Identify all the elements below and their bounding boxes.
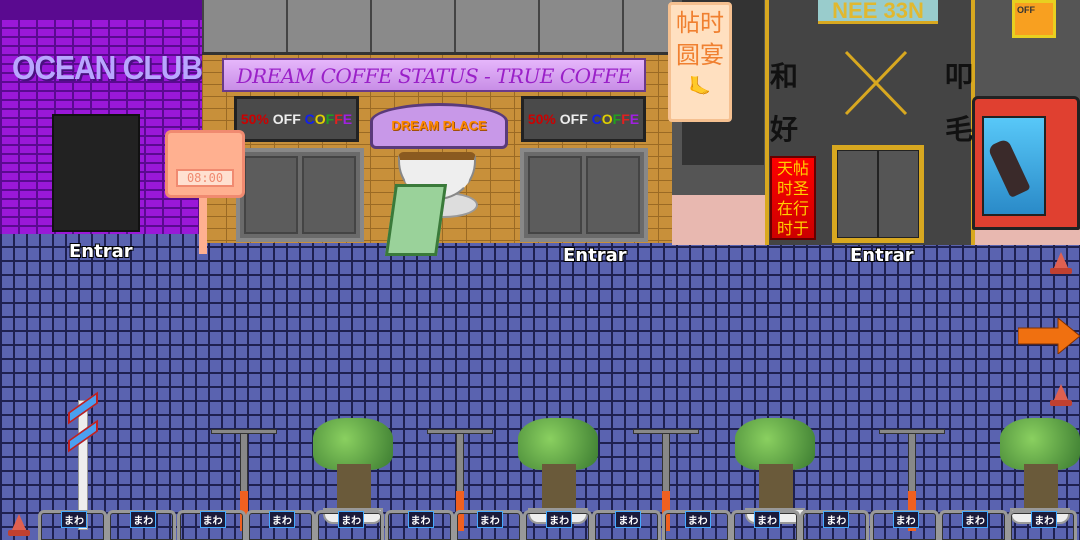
promo-letter: F: [621, 111, 630, 127]
railing-label: まわ: [338, 511, 365, 528]
promo-percent: 50%: [527, 111, 556, 127]
shop-door[interactable]: [832, 145, 924, 243]
crossed-swords-icon: [840, 48, 912, 118]
cafe-door-left[interactable]: [236, 148, 364, 242]
railing-segment: まわ: [38, 510, 107, 540]
sign-line: 在行: [776, 199, 809, 218]
poster-line: 帖时: [676, 9, 724, 37]
railing-label: まわ: [684, 511, 711, 528]
wall-glyph: 和: [770, 60, 799, 93]
club-roof: [0, 0, 202, 20]
promo-letter: C: [304, 111, 315, 127]
railing-label: まわ: [1031, 511, 1058, 528]
railing-segment: まわ: [315, 510, 385, 540]
promo-letter: E: [342, 111, 353, 127]
railing-segment: まわ: [176, 510, 246, 540]
railing-segment: まわ: [869, 510, 939, 540]
poster-line: 圆宴: [676, 41, 724, 69]
railing-label: まわ: [546, 511, 573, 528]
railing-segment: まわ: [245, 510, 315, 540]
railing-segment: まわ: [592, 510, 662, 540]
railing-segment: まわ: [1008, 510, 1078, 540]
cat-clock: 08:00: [165, 130, 245, 198]
shop-enter-button[interactable]: Entrar: [850, 245, 914, 266]
railing-label: まわ: [476, 511, 503, 528]
promo-letter: F: [612, 111, 622, 127]
promo-sign-right: 50% OFF COFFE: [521, 96, 646, 142]
railing-label: まわ: [615, 511, 642, 528]
club-enter-button[interactable]: Entrar: [69, 241, 133, 262]
railing-label: まわ: [823, 511, 850, 528]
wall-glyph: 叩: [945, 60, 974, 93]
promo-sign-left: 50% OFF COFFE: [234, 96, 359, 142]
railing-segment: まわ: [523, 510, 593, 540]
railing-segment: まわ: [107, 510, 177, 540]
promo-percent: 50%: [240, 111, 269, 127]
cafe-arch-sign: DREAM PLACE CAFE: [370, 103, 508, 173]
club-name-sign: OCEAN CLUB: [12, 50, 203, 87]
traffic-cone-icon: [1050, 384, 1072, 406]
railing-label: まわ: [961, 511, 988, 528]
sign-line: 时圣: [776, 179, 809, 198]
railing-label: まわ: [892, 511, 919, 528]
promo-letter: F: [325, 111, 335, 127]
promo-letter: E: [629, 111, 640, 127]
promo-word: COFFE: [305, 111, 352, 127]
railing-segment: まわ: [661, 510, 731, 540]
promo-letter: C: [591, 111, 602, 127]
foot-icon: 🦶: [688, 76, 712, 97]
wall-poster: OFF: [1012, 0, 1056, 38]
railing-segment: まわ: [800, 510, 870, 540]
promo-word: COFFE: [592, 111, 639, 127]
hanging-poster: 帖时 圆宴 🦶: [668, 2, 732, 122]
railing-label: まわ: [268, 511, 295, 528]
railing-label: まわ: [407, 511, 434, 528]
wall-glyph: 好: [770, 113, 799, 146]
railing-segment: まわ: [731, 510, 800, 540]
cafe-enter-button[interactable]: Entrar: [563, 245, 627, 266]
promo-letter: O: [601, 111, 613, 127]
railing-label: まわ: [130, 511, 157, 528]
club-door[interactable]: [52, 114, 140, 232]
railing-label: まわ: [61, 511, 87, 528]
traffic-cone-icon: [8, 514, 30, 536]
wall-glyph: 毛: [945, 113, 974, 146]
sign-line: 天帖: [776, 159, 809, 178]
arrow-right-icon[interactable]: [1017, 316, 1080, 356]
railing-segment: まわ: [384, 510, 454, 540]
red-sign: 天帖 时圣 在行 时于: [770, 156, 816, 240]
menu-board: [384, 184, 448, 256]
sign-line: 时于: [776, 219, 809, 238]
cafe-door-right[interactable]: [520, 148, 648, 242]
clock-pole: [199, 198, 207, 254]
railing-segment: まわ: [938, 510, 1008, 540]
promo-off: OFF: [559, 111, 588, 127]
neon-sign: NEE 33N: [818, 0, 938, 24]
promo-letter: O: [314, 111, 326, 127]
railing-label: まわ: [754, 511, 780, 528]
cafe-roof: [202, 0, 672, 55]
railing-label: まわ: [199, 511, 226, 528]
promo-letter: F: [334, 111, 343, 127]
traffic-cone-icon: [1050, 252, 1072, 274]
clock-time: 08:00: [176, 169, 234, 187]
cafe-banner: DREAM COFFE STATUS - TRUE COFFE: [222, 58, 646, 92]
promo-off: OFF: [272, 111, 301, 127]
railing-segment: まわ: [453, 510, 523, 540]
